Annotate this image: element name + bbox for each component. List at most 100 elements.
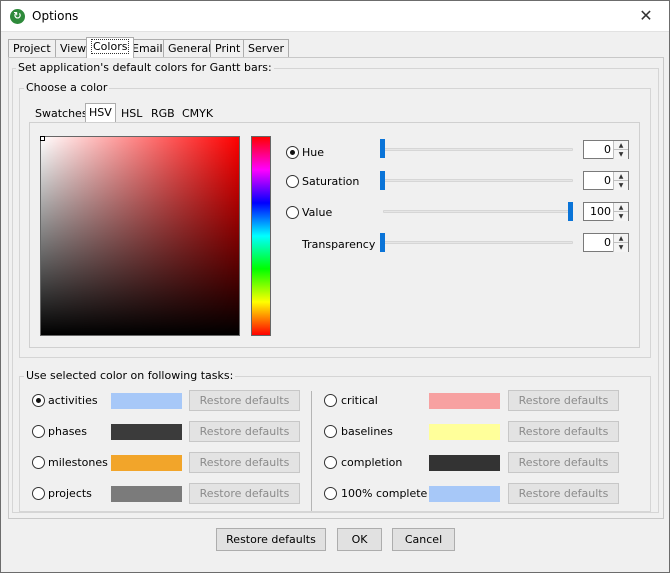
projects-restore-button[interactable]: Restore defaults (189, 483, 300, 504)
critical-radio[interactable] (324, 394, 337, 407)
title-bar: ↻ Options ✕ (1, 1, 669, 32)
activities-restore-button[interactable]: Restore defaults (189, 390, 300, 411)
spin-down-icon[interactable]: ▼ (613, 212, 628, 221)
completion-label: completion (341, 456, 403, 469)
tab-rgb[interactable]: RGB (148, 105, 178, 122)
milestones-radio[interactable] (32, 456, 45, 469)
transparency-slider-thumb[interactable] (380, 233, 385, 252)
hue-spinner[interactable]: 0 ▲ ▼ (583, 140, 629, 159)
projects-radio[interactable] (32, 487, 45, 500)
tab-label: HSV (89, 106, 112, 119)
spin-down-icon[interactable]: ▼ (613, 181, 628, 190)
hue-label: Hue (302, 146, 325, 159)
value-value: 100 (590, 205, 611, 218)
value-spinner[interactable]: 100 ▲ ▼ (583, 202, 629, 221)
tab-general[interactable]: General (163, 39, 217, 58)
divider (311, 391, 312, 511)
tab-label: Swatches (35, 107, 88, 120)
phases-color-swatch[interactable] (111, 424, 182, 440)
options-dialog: ↻ Options ✕ Project View Colors Email Ge… (0, 0, 670, 573)
saturation-value-picker[interactable] (40, 136, 240, 336)
saturation-slider-thumb[interactable] (380, 171, 385, 190)
saturation-label: Saturation (302, 175, 360, 188)
baselines-restore-button[interactable]: Restore defaults (508, 421, 619, 442)
hue-radio[interactable] (286, 146, 299, 159)
spin-down-icon[interactable]: ▼ (613, 243, 628, 252)
tab-label: Server (248, 42, 285, 55)
tab-label: Project (13, 42, 51, 55)
activities-radio[interactable] (32, 394, 45, 407)
hue-slider-thumb[interactable] (380, 139, 385, 158)
saturation-radio[interactable] (286, 175, 299, 188)
tab-label: CMYK (182, 107, 214, 120)
transparency-value: 0 (604, 236, 611, 249)
tab-label: View (60, 42, 87, 55)
critical-restore-button[interactable]: Restore defaults (508, 390, 619, 411)
picker-cursor[interactable] (40, 136, 45, 141)
completion-radio[interactable] (324, 456, 337, 469)
tab-hsv[interactable]: HSV (85, 103, 116, 122)
spin-up-icon[interactable]: ▲ (613, 234, 628, 243)
projects-color-swatch[interactable] (111, 486, 182, 502)
ok-button[interactable]: OK (337, 528, 382, 551)
saturation-value: 0 (604, 174, 611, 187)
tab-server[interactable]: Server (243, 39, 290, 58)
completion-color-swatch[interactable] (429, 455, 500, 471)
baselines-color-swatch[interactable] (429, 424, 500, 440)
tasks-title: Use selected color on following tasks: (24, 369, 236, 382)
value-radio[interactable] (286, 206, 299, 219)
critical-color-swatch[interactable] (429, 393, 500, 409)
hue-strip[interactable] (251, 136, 271, 336)
hue-slider-track[interactable] (383, 148, 573, 151)
activities-color-swatch[interactable] (111, 393, 182, 409)
tab-label: Print (215, 42, 241, 55)
transparency-label: Transparency (302, 238, 376, 251)
tab-hsl[interactable]: HSL (118, 105, 145, 122)
spin-up-icon[interactable]: ▲ (613, 203, 628, 212)
value-slider-thumb[interactable] (568, 202, 573, 221)
milestones-restore-button[interactable]: Restore defaults (189, 452, 300, 473)
complete-100-label: 100% complete (341, 487, 428, 500)
phases-restore-button[interactable]: Restore defaults (189, 421, 300, 442)
tab-project[interactable]: Project (8, 39, 56, 58)
complete-100-color-swatch[interactable] (429, 486, 500, 502)
app-logo-icon: ↻ (10, 9, 25, 24)
spin-down-icon[interactable]: ▼ (613, 150, 628, 159)
saturation-spinner[interactable]: 0 ▲ ▼ (583, 171, 629, 190)
window-title: Options (32, 9, 79, 23)
section-title: Set application's default colors for Gan… (16, 61, 274, 74)
tab-label: HSL (121, 107, 143, 120)
tab-print[interactable]: Print (210, 39, 246, 58)
hue-value: 0 (604, 143, 611, 156)
phases-label: phases (48, 425, 87, 438)
tab-label: General (168, 42, 212, 55)
phases-radio[interactable] (32, 425, 45, 438)
baselines-label: baselines (341, 425, 393, 438)
milestones-color-swatch[interactable] (111, 455, 182, 471)
projects-label: projects (48, 487, 92, 500)
spin-up-icon[interactable]: ▲ (613, 172, 628, 181)
tab-swatches[interactable]: Swatches (32, 105, 91, 122)
saturation-slider-track[interactable] (383, 179, 573, 182)
tab-cmyk[interactable]: CMYK (179, 105, 216, 122)
complete-100-restore-button[interactable]: Restore defaults (508, 483, 619, 504)
tab-colors[interactable]: Colors (86, 37, 135, 58)
close-button[interactable]: ✕ (623, 1, 669, 32)
cancel-button[interactable]: Cancel (392, 528, 455, 551)
tab-label: Colors (91, 39, 130, 54)
complete-100-radio[interactable] (324, 487, 337, 500)
activities-label: activities (48, 394, 98, 407)
transparency-spinner[interactable]: 0 ▲ ▼ (583, 233, 629, 252)
critical-label: critical (341, 394, 378, 407)
value-label: Value (302, 206, 333, 219)
tab-label: Email (132, 42, 163, 55)
baselines-radio[interactable] (324, 425, 337, 438)
completion-restore-button[interactable]: Restore defaults (508, 452, 619, 473)
restore-defaults-button[interactable]: Restore defaults (216, 528, 326, 551)
value-slider-track[interactable] (383, 210, 573, 213)
milestones-label: milestones (48, 456, 108, 469)
chooser-title: Choose a color (24, 81, 110, 94)
spin-up-icon[interactable]: ▲ (613, 141, 628, 150)
transparency-slider-track[interactable] (383, 241, 573, 244)
tab-label: RGB (151, 107, 175, 120)
